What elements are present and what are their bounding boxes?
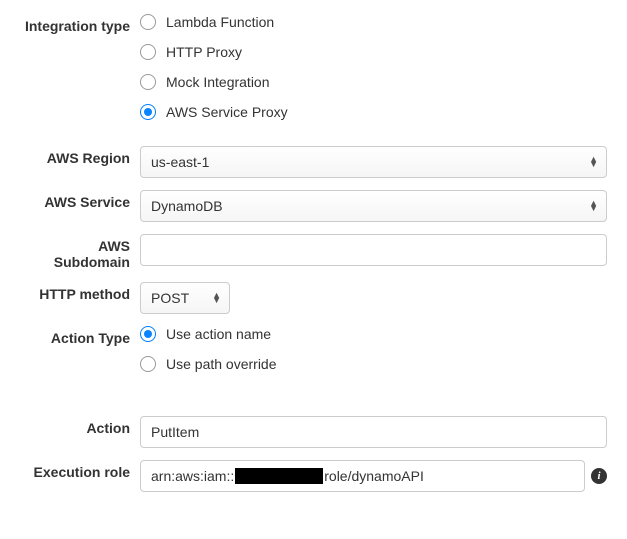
radio-icon (140, 104, 156, 120)
radio-icon (140, 44, 156, 60)
radio-icon (140, 326, 156, 342)
chevron-updown-icon: ▲▼ (589, 201, 598, 211)
select-value: DynamoDB (151, 198, 223, 214)
aws-subdomain-label: AWS Subdomain (20, 234, 140, 270)
radio-label: Lambda Function (166, 14, 274, 30)
chevron-updown-icon: ▲▼ (589, 157, 598, 167)
action-type-label: Action Type (20, 326, 140, 346)
aws-region-select[interactable]: us-east-1 ▲▼ (140, 146, 607, 178)
action-type-option-path[interactable]: Use path override (140, 356, 607, 372)
info-icon[interactable]: i (591, 468, 607, 484)
aws-service-label: AWS Service (20, 190, 140, 210)
action-type-group: Use action name Use path override (140, 326, 607, 386)
http-method-select[interactable]: POST ▲▼ (140, 282, 230, 314)
radio-label: AWS Service Proxy (166, 104, 288, 120)
http-method-label: HTTP method (20, 282, 140, 302)
execution-role-prefix: arn:aws:iam:: (151, 468, 234, 484)
radio-label: HTTP Proxy (166, 44, 242, 60)
integration-type-option-mock[interactable]: Mock Integration (140, 74, 607, 90)
select-value: POST (151, 290, 189, 306)
integration-type-option-aws-service-proxy[interactable]: AWS Service Proxy (140, 104, 607, 120)
radio-label: Use action name (166, 326, 271, 342)
radio-label: Use path override (166, 356, 277, 372)
integration-type-option-lambda[interactable]: Lambda Function (140, 14, 607, 30)
execution-role-label: Execution role (20, 460, 140, 480)
aws-service-select[interactable]: DynamoDB ▲▼ (140, 190, 607, 222)
radio-label: Mock Integration (166, 74, 270, 90)
aws-region-label: AWS Region (20, 146, 140, 166)
integration-type-label: Integration type (20, 14, 140, 34)
execution-role-suffix: role/dynamoAPI (324, 468, 424, 484)
aws-subdomain-input[interactable] (140, 234, 607, 266)
integration-type-group: Lambda Function HTTP Proxy Mock Integrat… (140, 14, 607, 134)
redacted-icon (235, 468, 323, 484)
chevron-updown-icon: ▲▼ (212, 293, 221, 303)
radio-icon (140, 14, 156, 30)
integration-type-option-http-proxy[interactable]: HTTP Proxy (140, 44, 607, 60)
action-label: Action (20, 416, 140, 436)
action-input[interactable] (140, 416, 607, 448)
select-value: us-east-1 (151, 154, 209, 170)
action-type-option-name[interactable]: Use action name (140, 326, 607, 342)
radio-icon (140, 74, 156, 90)
radio-icon (140, 356, 156, 372)
execution-role-input[interactable]: arn:aws:iam::role/dynamoAPI (140, 460, 585, 492)
